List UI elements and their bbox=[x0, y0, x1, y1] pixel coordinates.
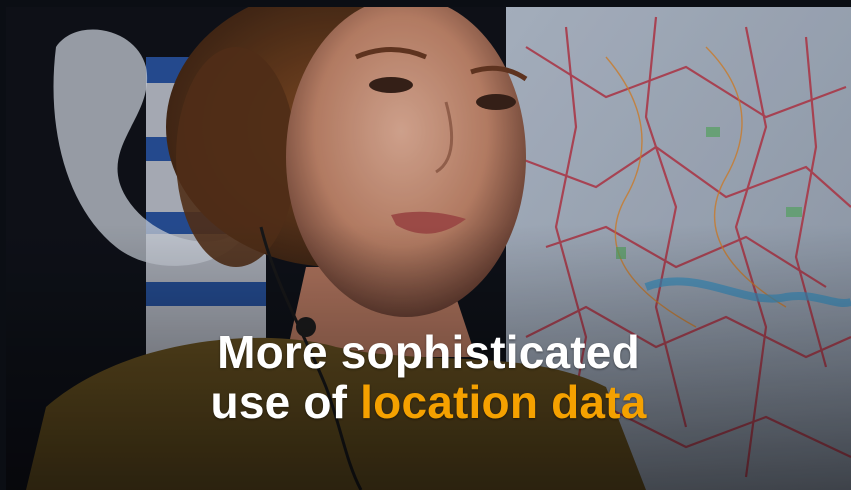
hero-banner: More sophisticated use of location data bbox=[0, 0, 851, 490]
headline-line-2: use of location data bbox=[6, 377, 851, 427]
photo-frame: More sophisticated use of location data bbox=[6, 7, 851, 490]
headline-line-2-prefix: use of bbox=[210, 376, 348, 428]
headline-highlight: location data bbox=[360, 376, 647, 428]
headline-line-1: More sophisticated bbox=[217, 326, 640, 378]
headline-caption: More sophisticated use of location data bbox=[6, 327, 851, 427]
